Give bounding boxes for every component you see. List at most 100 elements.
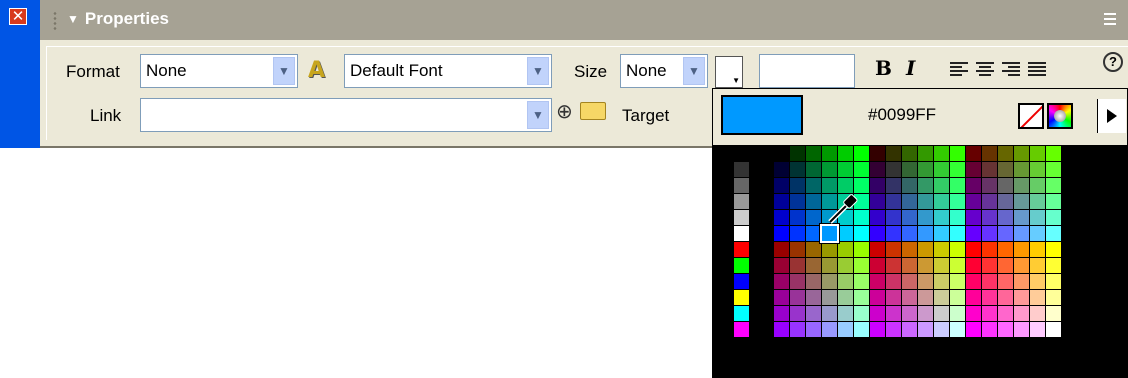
swatch-cell[interactable] [854,178,869,193]
swatch-cell[interactable] [902,162,917,177]
swatch-cell[interactable] [886,306,901,321]
swatch-cell[interactable] [950,210,965,225]
swatch-cell[interactable] [934,146,949,161]
font-a-icon[interactable]: A [308,58,332,83]
swatch-cell[interactable] [966,194,981,209]
swatch-cell[interactable] [902,146,917,161]
swatch-cell[interactable] [966,306,981,321]
swatch-cell[interactable] [806,162,821,177]
swatch-cell[interactable] [998,226,1013,241]
swatch-cell[interactable] [854,322,869,337]
swatch-cell[interactable] [1046,242,1061,257]
swatch-cell[interactable] [982,306,997,321]
swatch-cell[interactable] [950,194,965,209]
swatch-cell[interactable] [918,194,933,209]
swatch-cell[interactable] [934,306,949,321]
format-select[interactable]: None ▼ [140,54,298,88]
swatch-cell[interactable] [790,162,805,177]
swatch-cell[interactable] [998,306,1013,321]
swatch-cell[interactable] [854,290,869,305]
swatch-cell[interactable] [966,242,981,257]
swatch-cell[interactable] [774,322,789,337]
swatch-cell[interactable] [902,242,917,257]
swatch-cell[interactable] [790,194,805,209]
color-swatch-grid[interactable] [712,146,1128,378]
swatch-cell[interactable] [966,274,981,289]
swatch-cell[interactable] [902,226,917,241]
swatch-cell[interactable] [774,274,789,289]
text-color-button[interactable]: ▼ [715,56,743,88]
swatch-cell[interactable] [886,194,901,209]
swatch-cell[interactable] [1030,290,1045,305]
swatch-cell[interactable] [822,178,837,193]
swatch-cell[interactable] [1014,322,1029,337]
swatch-cell[interactable] [806,178,821,193]
swatch-cell[interactable] [774,290,789,305]
swatch-cell[interactable] [870,322,885,337]
color-wheel-icon[interactable] [1047,103,1073,129]
swatch-cell[interactable] [982,178,997,193]
folder-icon[interactable] [580,102,606,120]
swatch-cell[interactable] [950,242,965,257]
swatch-cell[interactable] [934,210,949,225]
swatch-cell[interactable] [1046,322,1061,337]
swatch-cell[interactable] [790,242,805,257]
swatch-cell[interactable] [734,258,749,273]
swatch-cell[interactable] [918,306,933,321]
swatch-cell[interactable] [734,162,749,177]
swatch-cell[interactable] [822,258,837,273]
swatch-cell[interactable] [734,306,749,321]
swatch-cell[interactable] [886,162,901,177]
swatch-cell[interactable] [966,290,981,305]
swatch-cell[interactable] [886,242,901,257]
swatch-cell[interactable] [966,226,981,241]
swatch-cell[interactable] [838,274,853,289]
italic-button[interactable]: I [906,56,915,80]
chevron-down-icon[interactable]: ▼ [273,57,295,85]
swatch-cell[interactable] [774,194,789,209]
swatch-cell[interactable] [838,162,853,177]
swatch-cell[interactable] [902,210,917,225]
align-left-icon[interactable] [950,60,970,80]
swatch-cell[interactable] [1046,290,1061,305]
swatch-cell[interactable] [950,322,965,337]
swatch-cell[interactable] [950,274,965,289]
swatch-cell[interactable] [1030,322,1045,337]
align-right-icon[interactable] [1002,60,1022,80]
swatch-cell[interactable] [822,274,837,289]
swatch-cell[interactable] [734,178,749,193]
swatch-cell[interactable] [734,194,749,209]
swatch-cell[interactable] [806,210,821,225]
swatch-cell[interactable] [838,306,853,321]
swatch-cell[interactable] [902,178,917,193]
swatch-cell[interactable] [790,274,805,289]
swatch-cell[interactable] [838,178,853,193]
panel-menu-icon[interactable] [1104,10,1120,30]
swatch-cell[interactable] [774,258,789,273]
swatch-cell[interactable] [1046,210,1061,225]
swatch-cell[interactable] [918,226,933,241]
swatch-cell[interactable] [822,162,837,177]
swatch-cell[interactable] [1046,194,1061,209]
align-center-icon[interactable] [976,60,996,80]
swatch-cell[interactable] [734,242,749,257]
swatch-cell[interactable] [982,194,997,209]
swatch-cell[interactable] [934,178,949,193]
swatch-cell[interactable] [1014,242,1029,257]
swatch-cell[interactable] [854,258,869,273]
swatch-cell[interactable] [902,258,917,273]
swatch-cell[interactable] [1014,162,1029,177]
swatch-cell[interactable] [870,226,885,241]
swatch-cell[interactable] [966,258,981,273]
swatch-cell[interactable] [838,258,853,273]
swatch-cell[interactable] [902,322,917,337]
chevron-down-icon[interactable]: ▼ [683,57,705,85]
swatch-cell[interactable] [774,146,789,161]
swatch-cell[interactable] [998,178,1013,193]
swatch-cell[interactable] [870,242,885,257]
swatch-cell[interactable] [854,274,869,289]
swatch-cell[interactable] [1046,226,1061,241]
swatch-cell[interactable] [790,290,805,305]
swatch-cell[interactable] [854,162,869,177]
swatch-cell[interactable] [918,210,933,225]
